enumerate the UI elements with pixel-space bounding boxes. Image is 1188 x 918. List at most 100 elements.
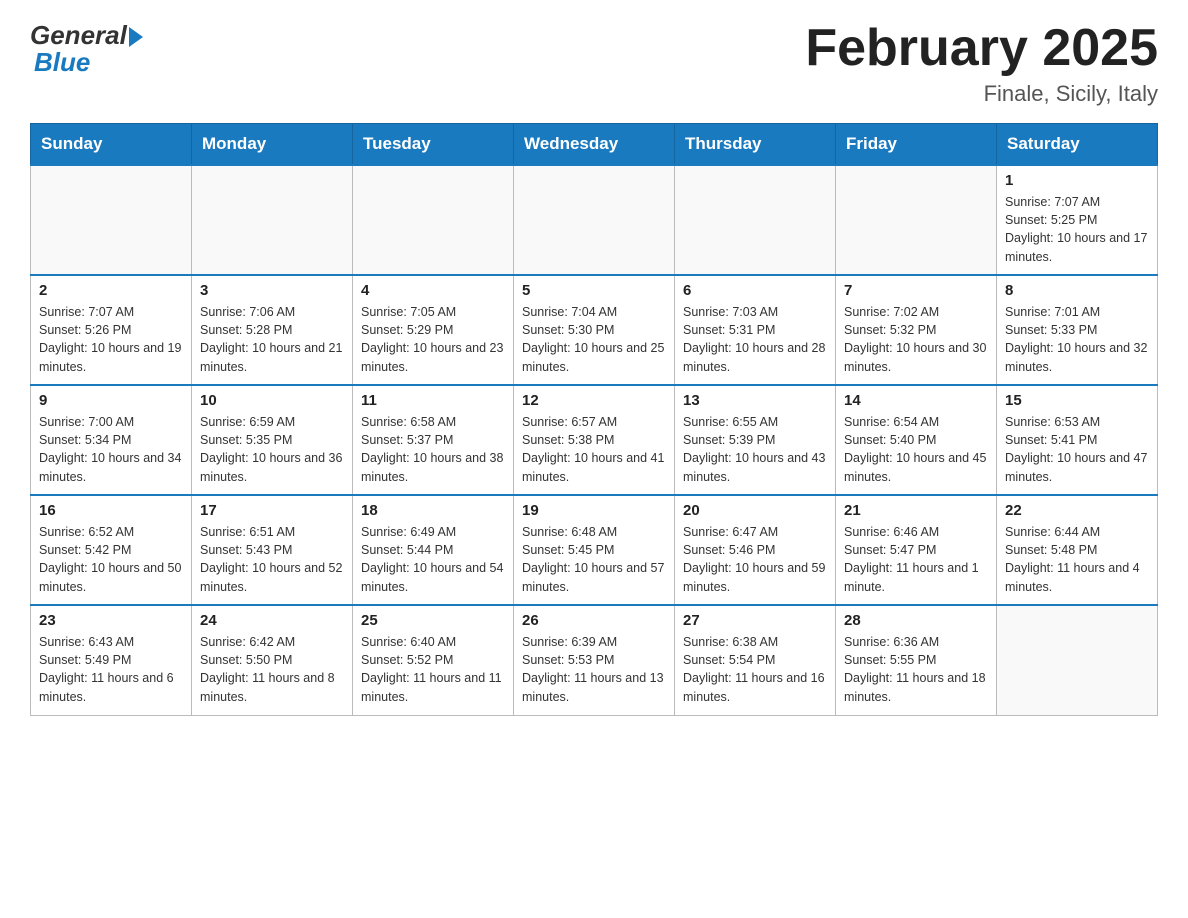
calendar-cell: 15 Sunrise: 6:53 AMSunset: 5:41 PMDayligh…	[997, 385, 1158, 495]
calendar-cell: 4 Sunrise: 7:05 AMSunset: 5:29 PMDaylight…	[353, 275, 514, 385]
calendar-cell: 18 Sunrise: 6:49 AMSunset: 5:44 PMDayligh…	[353, 495, 514, 605]
day-number: 4	[361, 282, 505, 299]
day-number: 23	[39, 612, 183, 629]
day-number: 18	[361, 502, 505, 519]
day-info: Sunrise: 6:44 AMSunset: 5:48 PMDaylight:…	[1005, 523, 1149, 596]
day-number: 24	[200, 612, 344, 629]
day-info: Sunrise: 7:05 AMSunset: 5:29 PMDaylight:…	[361, 303, 505, 376]
calendar-cell	[836, 165, 997, 275]
day-number: 12	[522, 392, 666, 409]
calendar-header-monday: Monday	[192, 124, 353, 166]
week-row-2: 2 Sunrise: 7:07 AMSunset: 5:26 PMDaylight…	[31, 275, 1158, 385]
calendar-cell	[353, 165, 514, 275]
day-info: Sunrise: 6:39 AMSunset: 5:53 PMDaylight:…	[522, 633, 666, 706]
day-number: 11	[361, 392, 505, 409]
calendar-cell	[31, 165, 192, 275]
day-info: Sunrise: 6:47 AMSunset: 5:46 PMDaylight:…	[683, 523, 827, 596]
calendar-cell	[675, 165, 836, 275]
calendar-cell: 19Sunrise: 6:48 AMSunset: 5:45 PMDayligh…	[514, 495, 675, 605]
calendar-cell	[514, 165, 675, 275]
calendar-cell: 8Sunrise: 7:01 AMSunset: 5:33 PMDaylight…	[997, 275, 1158, 385]
calendar-cell	[192, 165, 353, 275]
week-row-1: 1Sunrise: 7:07 AMSunset: 5:25 PMDaylight…	[31, 165, 1158, 275]
calendar-header-wednesday: Wednesday	[514, 124, 675, 166]
day-info: Sunrise: 6:42 AMSunset: 5:50 PMDaylight:…	[200, 633, 344, 706]
day-number: 10	[200, 392, 344, 409]
calendar-cell: 25 Sunrise: 6:40 AMSunset: 5:52 PMDayligh…	[353, 605, 514, 715]
calendar-cell: 16 Sunrise: 6:52 AMSunset: 5:42 PMDayligh…	[31, 495, 192, 605]
day-info: Sunrise: 6:53 AMSunset: 5:41 PMDaylight:…	[1005, 413, 1149, 486]
day-number: 20	[683, 502, 827, 519]
calendar-cell: 7 Sunrise: 7:02 AMSunset: 5:32 PMDaylight…	[836, 275, 997, 385]
day-number: 17	[200, 502, 344, 519]
day-number: 7	[844, 282, 988, 299]
week-row-4: 16 Sunrise: 6:52 AMSunset: 5:42 PMDayligh…	[31, 495, 1158, 605]
day-number: 27	[683, 612, 827, 629]
day-number: 5	[522, 282, 666, 299]
calendar-cell: 21 Sunrise: 6:46 AMSunset: 5:47 PMDayligh…	[836, 495, 997, 605]
calendar-header-sunday: Sunday	[31, 124, 192, 166]
logo: General Blue	[30, 20, 143, 78]
calendar-cell	[997, 605, 1158, 715]
calendar-cell: 17 Sunrise: 6:51 AMSunset: 5:43 PMDayligh…	[192, 495, 353, 605]
calendar-cell: 1Sunrise: 7:07 AMSunset: 5:25 PMDaylight…	[997, 165, 1158, 275]
day-info: Sunrise: 6:48 AMSunset: 5:45 PMDaylight:…	[522, 523, 666, 596]
day-info: Sunrise: 7:02 AMSunset: 5:32 PMDaylight:…	[844, 303, 988, 376]
calendar-header-friday: Friday	[836, 124, 997, 166]
calendar-cell: 28Sunrise: 6:36 AMSunset: 5:55 PMDayligh…	[836, 605, 997, 715]
week-row-5: 23Sunrise: 6:43 AMSunset: 5:49 PMDayligh…	[31, 605, 1158, 715]
day-number: 9	[39, 392, 183, 409]
calendar-cell: 27 Sunrise: 6:38 AMSunset: 5:54 PMDayligh…	[675, 605, 836, 715]
day-info: Sunrise: 7:00 AMSunset: 5:34 PMDaylight:…	[39, 413, 183, 486]
day-info: Sunrise: 7:04 AMSunset: 5:30 PMDaylight:…	[522, 303, 666, 376]
calendar-cell: 23Sunrise: 6:43 AMSunset: 5:49 PMDayligh…	[31, 605, 192, 715]
day-number: 15	[1005, 392, 1149, 409]
day-number: 3	[200, 282, 344, 299]
day-info: Sunrise: 6:59 AMSunset: 5:35 PMDaylight:…	[200, 413, 344, 486]
calendar-cell: 11 Sunrise: 6:58 AMSunset: 5:37 PMDayligh…	[353, 385, 514, 495]
day-info: Sunrise: 7:07 AMSunset: 5:26 PMDaylight:…	[39, 303, 183, 376]
calendar-cell: 2 Sunrise: 7:07 AMSunset: 5:26 PMDaylight…	[31, 275, 192, 385]
day-info: Sunrise: 6:54 AMSunset: 5:40 PMDaylight:…	[844, 413, 988, 486]
calendar-cell: 6Sunrise: 7:03 AMSunset: 5:31 PMDaylight…	[675, 275, 836, 385]
day-number: 21	[844, 502, 988, 519]
week-row-3: 9 Sunrise: 7:00 AMSunset: 5:34 PMDaylight…	[31, 385, 1158, 495]
calendar-cell: 3 Sunrise: 7:06 AMSunset: 5:28 PMDaylight…	[192, 275, 353, 385]
calendar-cell: 12 Sunrise: 6:57 AMSunset: 5:38 PMDayligh…	[514, 385, 675, 495]
day-number: 6	[683, 282, 827, 299]
day-number: 2	[39, 282, 183, 299]
calendar-cell: 22 Sunrise: 6:44 AMSunset: 5:48 PMDayligh…	[997, 495, 1158, 605]
day-number: 22	[1005, 502, 1149, 519]
day-info: Sunrise: 7:06 AMSunset: 5:28 PMDaylight:…	[200, 303, 344, 376]
calendar-cell: 14 Sunrise: 6:54 AMSunset: 5:40 PMDayligh…	[836, 385, 997, 495]
calendar-cell: 26Sunrise: 6:39 AMSunset: 5:53 PMDayligh…	[514, 605, 675, 715]
calendar-cell: 24 Sunrise: 6:42 AMSunset: 5:50 PMDayligh…	[192, 605, 353, 715]
day-info: Sunrise: 6:58 AMSunset: 5:37 PMDaylight:…	[361, 413, 505, 486]
day-info: Sunrise: 6:57 AMSunset: 5:38 PMDaylight:…	[522, 413, 666, 486]
logo-blue-text: Blue	[30, 47, 90, 78]
calendar-table: SundayMondayTuesdayWednesdayThursdayFrid…	[30, 123, 1158, 716]
calendar-header-row: SundayMondayTuesdayWednesdayThursdayFrid…	[31, 124, 1158, 166]
day-number: 13	[683, 392, 827, 409]
calendar-header-tuesday: Tuesday	[353, 124, 514, 166]
day-number: 1	[1005, 172, 1149, 189]
day-info: Sunrise: 6:40 AMSunset: 5:52 PMDaylight:…	[361, 633, 505, 706]
day-info: Sunrise: 6:38 AMSunset: 5:54 PMDaylight:…	[683, 633, 827, 706]
day-info: Sunrise: 6:49 AMSunset: 5:44 PMDaylight:…	[361, 523, 505, 596]
day-number: 14	[844, 392, 988, 409]
location: Finale, Sicily, Italy	[805, 81, 1158, 107]
day-number: 25	[361, 612, 505, 629]
calendar-cell: 20 Sunrise: 6:47 AMSunset: 5:46 PMDayligh…	[675, 495, 836, 605]
day-info: Sunrise: 6:55 AMSunset: 5:39 PMDaylight:…	[683, 413, 827, 486]
logo-triangle-icon	[129, 27, 143, 47]
day-info: Sunrise: 6:46 AMSunset: 5:47 PMDaylight:…	[844, 523, 988, 596]
day-info: Sunrise: 7:01 AMSunset: 5:33 PMDaylight:…	[1005, 303, 1149, 376]
calendar-cell: 9 Sunrise: 7:00 AMSunset: 5:34 PMDaylight…	[31, 385, 192, 495]
day-info: Sunrise: 6:52 AMSunset: 5:42 PMDaylight:…	[39, 523, 183, 596]
calendar-cell: 13 Sunrise: 6:55 AMSunset: 5:39 PMDayligh…	[675, 385, 836, 495]
calendar-header-thursday: Thursday	[675, 124, 836, 166]
title-section: February 2025 Finale, Sicily, Italy	[805, 20, 1158, 107]
day-info: Sunrise: 6:51 AMSunset: 5:43 PMDaylight:…	[200, 523, 344, 596]
page-header: General Blue February 2025 Finale, Sicil…	[30, 20, 1158, 107]
day-number: 16	[39, 502, 183, 519]
